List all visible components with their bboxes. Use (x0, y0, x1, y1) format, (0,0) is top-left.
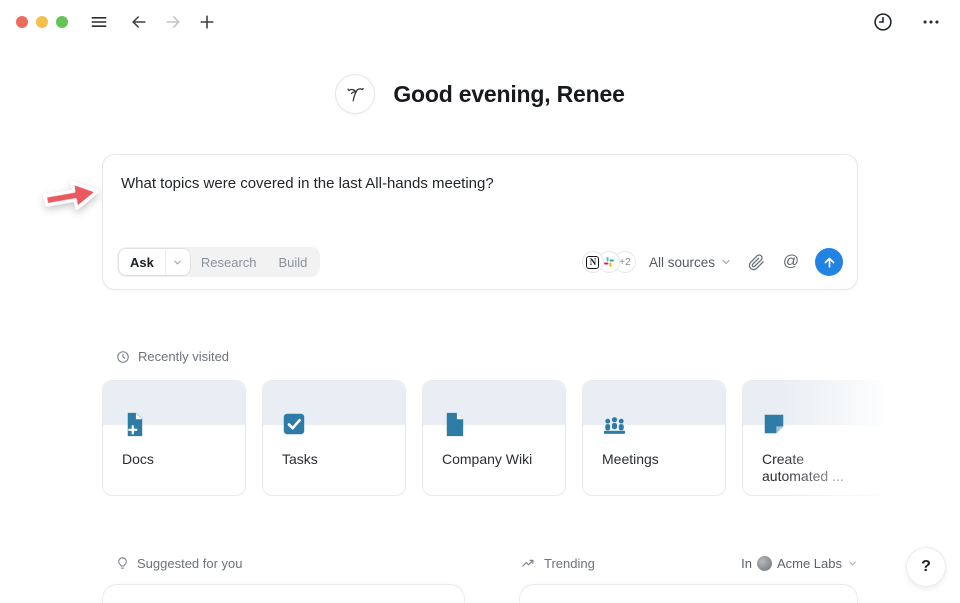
clock-icon (116, 350, 130, 364)
zoom-window-button[interactable] (56, 16, 68, 28)
query-input[interactable]: What topics were covered in the last All… (121, 174, 839, 194)
help-button[interactable]: ? (906, 547, 946, 587)
suggested-header: Suggested for you (102, 556, 243, 571)
trending-title: Trending (544, 556, 595, 571)
card-label: Create automated ... (762, 451, 873, 485)
chevron-down-icon[interactable] (166, 249, 190, 275)
traffic-lights (16, 16, 68, 28)
lightbulb-icon (116, 556, 129, 571)
composer-actions: N +2 All sources (582, 248, 843, 276)
all-sources-dropdown[interactable]: All sources (649, 255, 732, 270)
ask-composer: What topics were covered in the last All… (102, 154, 858, 290)
card-label: Company Wiki (442, 451, 553, 468)
annotation-arrow (39, 173, 105, 224)
card-label: Tasks (282, 451, 393, 468)
close-window-button[interactable] (16, 16, 28, 28)
suggested-card[interactable] (102, 584, 465, 603)
mode-build-button[interactable]: Build (268, 249, 319, 275)
card-company-wiki[interactable]: Company Wiki (422, 380, 566, 496)
source-chips[interactable]: N +2 (582, 251, 636, 273)
workspace-name: Acme Labs (777, 556, 842, 571)
greeting-title: Good evening, Renee (393, 81, 624, 108)
trending-up-icon (521, 556, 536, 571)
automation-note-icon (761, 411, 787, 442)
card-label: Meetings (602, 451, 713, 468)
menu-icon[interactable] (86, 9, 112, 35)
recently-visited-header: Recently visited (116, 349, 229, 364)
all-sources-label: All sources (649, 255, 715, 270)
back-icon[interactable] (126, 9, 152, 35)
task-check-icon (281, 411, 307, 442)
workspace-prefix: In (741, 556, 752, 571)
mode-ask-button[interactable]: Ask (119, 249, 190, 275)
submit-icon[interactable] (815, 248, 843, 276)
recently-visited-title: Recently visited (138, 349, 229, 364)
suggested-section: Suggested for you (102, 556, 465, 603)
workspace-logo (757, 556, 772, 571)
card-label: Docs (122, 451, 233, 468)
workspace-selector[interactable]: In Acme Labs (741, 556, 858, 571)
card-tasks[interactable]: Tasks (262, 380, 406, 496)
doc-add-icon (121, 411, 148, 443)
new-tab-icon[interactable] (194, 9, 220, 35)
notion-icon: N (582, 251, 604, 273)
mention-icon[interactable]: @ (780, 251, 802, 273)
chevron-down-icon (720, 256, 732, 268)
suggested-title: Suggested for you (137, 556, 243, 571)
greeting: Good evening, Renee (0, 74, 960, 114)
trending-section: Trending In Acme Labs (519, 556, 858, 603)
trending-header: Trending (519, 556, 595, 571)
palm-tree-icon (335, 74, 375, 114)
recently-visited-cards: Docs Tasks Company Wiki Meetings (102, 380, 886, 496)
minimize-window-button[interactable] (36, 16, 48, 28)
trending-card[interactable] (519, 584, 858, 603)
history-icon[interactable] (870, 9, 896, 35)
chevron-down-icon (847, 558, 858, 569)
mode-ask-label: Ask (119, 255, 165, 270)
forward-icon[interactable] (160, 9, 186, 35)
card-meetings[interactable]: Meetings (582, 380, 726, 496)
wiki-doc-icon (441, 411, 468, 443)
composer-toolbar: Ask Research Build N (117, 247, 843, 277)
more-icon[interactable] (918, 9, 944, 35)
attachment-icon[interactable] (745, 251, 767, 273)
meeting-people-icon (601, 411, 628, 443)
card-create-automated[interactable]: Create automated ... (742, 380, 886, 496)
window-titlebar (0, 0, 960, 44)
mode-research-button[interactable]: Research (190, 249, 268, 275)
card-docs[interactable]: Docs (102, 380, 246, 496)
mode-switcher: Ask Research Build (117, 247, 320, 277)
